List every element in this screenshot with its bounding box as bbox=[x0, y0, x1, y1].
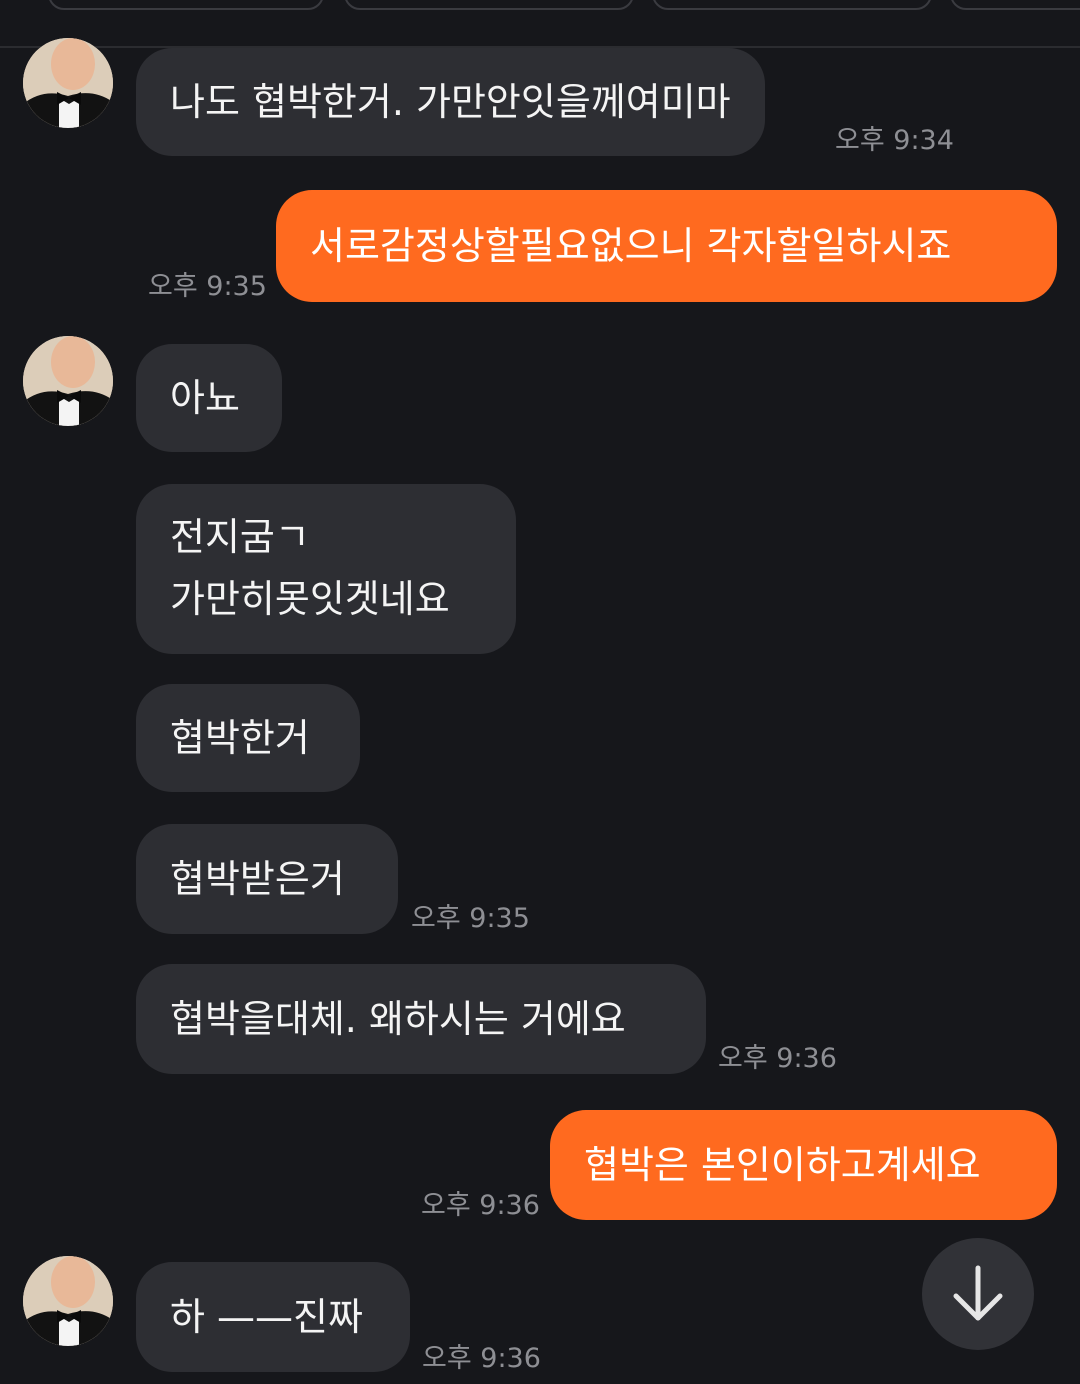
filter-chip[interactable] bbox=[950, 0, 1080, 10]
message-bubble-incoming[interactable]: 협박한거 bbox=[136, 684, 360, 792]
scroll-to-bottom-button[interactable] bbox=[922, 1238, 1034, 1350]
message-timestamp: 오후 9:35 bbox=[148, 271, 267, 302]
message-bubble-incoming[interactable]: 아뇨 bbox=[136, 344, 282, 452]
filter-chip[interactable] bbox=[48, 0, 324, 10]
filter-chip[interactable] bbox=[344, 0, 634, 10]
message-timestamp: 오후 9:36 bbox=[421, 1190, 540, 1221]
avatar[interactable] bbox=[23, 1256, 113, 1346]
message-bubble-incoming[interactable]: 전지굼ㄱ 가만히못잇겟네요 bbox=[136, 484, 516, 654]
message-timestamp: 오후 9:34 bbox=[835, 125, 954, 156]
filter-chip[interactable] bbox=[652, 0, 932, 10]
message-timestamp: 오후 9:36 bbox=[718, 1043, 837, 1074]
profile-photo-icon bbox=[23, 38, 113, 128]
message-bubble-outgoing[interactable]: 협박은 본인이하고계세요 bbox=[550, 1110, 1057, 1220]
message-bubble-incoming[interactable]: 나도 협박한거. 가만안잇을께여미마 bbox=[136, 48, 765, 156]
top-filter-bar bbox=[0, 0, 1080, 48]
avatar[interactable] bbox=[23, 38, 113, 128]
message-bubble-incoming[interactable]: 협박을대체. 왜하시는 거에요 bbox=[136, 964, 706, 1074]
message-timestamp: 오후 9:36 bbox=[422, 1343, 541, 1374]
arrow-down-icon bbox=[953, 1265, 1003, 1321]
message-timestamp: 오후 9:35 bbox=[411, 903, 530, 934]
message-bubble-outgoing[interactable]: 서로감정상할필요없으니 각자할일하시죠 bbox=[276, 190, 1057, 302]
message-bubble-incoming[interactable]: 하 ——진짜 bbox=[136, 1262, 410, 1372]
avatar[interactable] bbox=[23, 336, 113, 426]
profile-photo-icon bbox=[23, 336, 113, 426]
profile-photo-icon bbox=[23, 1256, 113, 1346]
message-bubble-incoming[interactable]: 협박받은거 bbox=[136, 824, 398, 934]
